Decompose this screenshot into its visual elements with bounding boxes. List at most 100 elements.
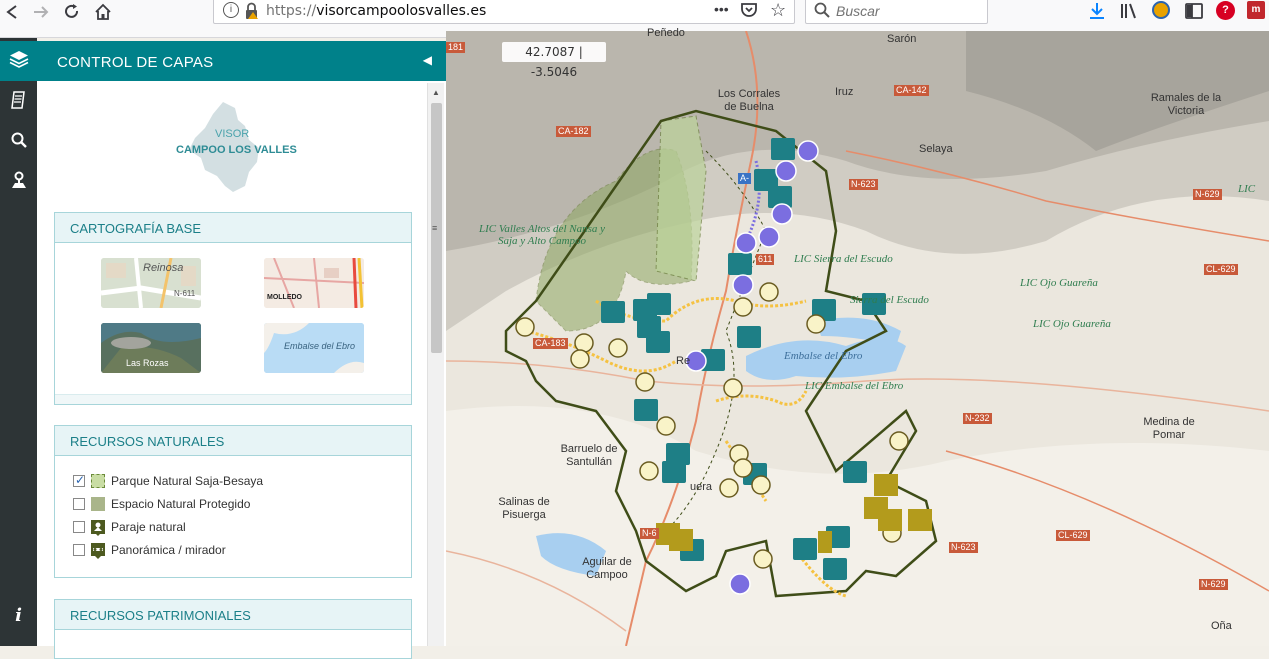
layer-paraje-natural[interactable]: Paraje natural: [73, 520, 186, 536]
sidebar-icon[interactable]: [1185, 3, 1203, 24]
map-view[interactable]: [446, 31, 1269, 646]
panoramica-label: Panorámica / mirador: [111, 543, 226, 557]
place-label: Barruelo de Santullán: [560, 443, 618, 468]
thumb-label-las-rozas: Las Rozas: [126, 358, 169, 368]
place-label: Selaya: [919, 143, 953, 155]
layer-panoramica[interactable]: Panorámica / mirador: [73, 543, 226, 559]
legend-tool-button[interactable]: [0, 85, 37, 119]
place-label: Salinas de Pisuerga: [498, 496, 550, 521]
espacio-natural-label: Espacio Natural Protegido: [111, 497, 251, 511]
parque-natural-checkbox[interactable]: [73, 473, 85, 487]
location-tool-button[interactable]: [0, 165, 37, 199]
back-icon[interactable]: [0, 0, 26, 24]
basemap-thumb-topo[interactable]: MOLLEDO: [264, 258, 364, 308]
thumb-label-embalse: Embalse del Ebro: [284, 341, 356, 351]
paraje-natural-marker-icon: [91, 520, 105, 536]
map-canvas[interactable]: [446, 31, 1269, 646]
addon-red-icon[interactable]: ?: [1216, 1, 1235, 20]
reservoir-label: Embalse del Ebro: [784, 350, 863, 362]
coordinates-readout: 42.7087 | -3.5046: [502, 42, 606, 79]
document-icon: [10, 90, 27, 114]
place-label: Peñedo: [647, 27, 685, 39]
layers-icon: [9, 50, 29, 73]
road-label: CL-629: [1056, 530, 1090, 541]
info-tool-button[interactable]: i: [0, 598, 37, 632]
patrimoniales-header: RECURSOS PATRIMONIALES: [55, 600, 411, 630]
lic-label: LIC Valles Altos del Nansa y Saja y Alto…: [479, 223, 605, 247]
logo-line2: CAMPOO LOS VALLES: [176, 144, 297, 156]
tool-strip: i: [0, 38, 37, 646]
lic-label: LIC Embalse del Ebro: [805, 380, 904, 392]
lic-label: LIC Ojo Guareña: [1033, 318, 1111, 330]
layer-parque-natural[interactable]: Parque Natural Saja-Besaya: [73, 473, 264, 488]
info-i-icon: i: [15, 604, 22, 626]
basemap-thumb-streets[interactable]: Reinosa N-611: [101, 258, 201, 308]
thumb-sub-n611: N-611: [174, 289, 196, 298]
place-label: Medina de Pomar: [1143, 416, 1195, 441]
lic-label: LIC Sierra del Escudo: [794, 253, 893, 265]
place-label: Aguilar de Campoo: [582, 556, 632, 581]
place-label: Los Corrales de Buelna: [717, 88, 781, 113]
paraje-natural-label: Paraje natural: [111, 520, 186, 534]
logo-line1: VISOR: [215, 128, 250, 140]
basemap-thumb-hydro[interactable]: Embalse del Ebro: [264, 323, 364, 373]
forward-icon[interactable]: [28, 0, 54, 24]
extension-icon[interactable]: [1152, 1, 1170, 19]
parque-natural-swatch: [91, 474, 105, 488]
road-label: CA-142: [894, 85, 929, 96]
search-bar[interactable]: Buscar: [805, 0, 988, 24]
lock-warning-icon[interactable]: [244, 2, 260, 25]
paraje-natural-checkbox[interactable]: [73, 521, 85, 533]
panoramica-checkbox[interactable]: [73, 544, 85, 556]
cartografia-header: CARTOGRAFÍA BASE: [55, 213, 411, 243]
road-label: N-6: [640, 528, 659, 539]
road-label: 611: [756, 254, 775, 265]
bookmark-star-icon[interactable]: ☆: [770, 0, 786, 21]
cartografia-base-card: CARTOGRAFÍA BASE: [54, 212, 412, 405]
home-icon[interactable]: [90, 0, 116, 24]
road-label: N-232: [963, 413, 992, 424]
search-icon: [814, 2, 830, 23]
road-label: N-623: [849, 179, 878, 190]
pocket-icon[interactable]: [740, 2, 758, 23]
place-label: Iruz: [835, 86, 854, 98]
layer-espacio-natural[interactable]: Espacio Natural Protegido: [73, 497, 250, 511]
collapse-panel-icon[interactable]: ◀: [423, 53, 432, 67]
addon-mail-icon[interactable]: m: [1247, 1, 1265, 19]
lic-label: LIC: [1238, 183, 1256, 195]
layer-control-header: CONTROL DE CAPAS ◀: [37, 41, 446, 81]
panoramica-marker-icon: [91, 543, 105, 559]
road-label: CL-629: [1204, 264, 1238, 275]
espacio-natural-swatch: [91, 497, 105, 511]
url-bar[interactable]: i https://visorcampoolosvalles.es ••• ☆: [213, 0, 795, 24]
url-scheme: https://: [266, 3, 317, 19]
lic-label: Sierra del Escudo: [850, 294, 929, 306]
parque-natural-label: Parque Natural Saja-Besaya: [111, 474, 264, 488]
road-label: N-629: [1199, 579, 1228, 590]
espacio-natural-checkbox[interactable]: [73, 498, 85, 510]
scroll-up-arrow-icon[interactable]: ▲: [432, 88, 440, 97]
scroll-grip-icon: ≡: [432, 223, 438, 233]
place-label: Oña: [1211, 620, 1232, 632]
reload-icon[interactable]: [59, 0, 85, 24]
road-label: CA-182: [556, 126, 591, 137]
road-label: N-623: [949, 542, 978, 553]
place-label: Ramales de la Victoria: [1150, 92, 1222, 117]
place-label: Re: [676, 355, 691, 367]
basemap-thumb-satellite[interactable]: Las Rozas: [101, 323, 201, 373]
info-icon[interactable]: i: [223, 2, 239, 18]
thumb-label-molledo: MOLLEDO: [267, 294, 302, 301]
layers-tool-button[interactable]: [0, 41, 37, 81]
library-icon[interactable]: [1120, 2, 1140, 25]
search-tool-button[interactable]: [0, 125, 37, 159]
page-actions-icon[interactable]: •••: [714, 1, 729, 17]
place-label: uera: [690, 481, 713, 493]
place-label: Sarón: [887, 33, 917, 45]
card-footer-bar: [55, 394, 411, 404]
road-label: A-: [738, 173, 751, 184]
magnifier-icon: [11, 132, 27, 153]
panel-title: CONTROL DE CAPAS: [57, 54, 214, 71]
panel-scrollbar[interactable]: ▲ ≡: [427, 83, 444, 646]
lic-label: LIC Ojo Guareña: [1020, 277, 1098, 289]
download-icon[interactable]: [1088, 2, 1106, 25]
